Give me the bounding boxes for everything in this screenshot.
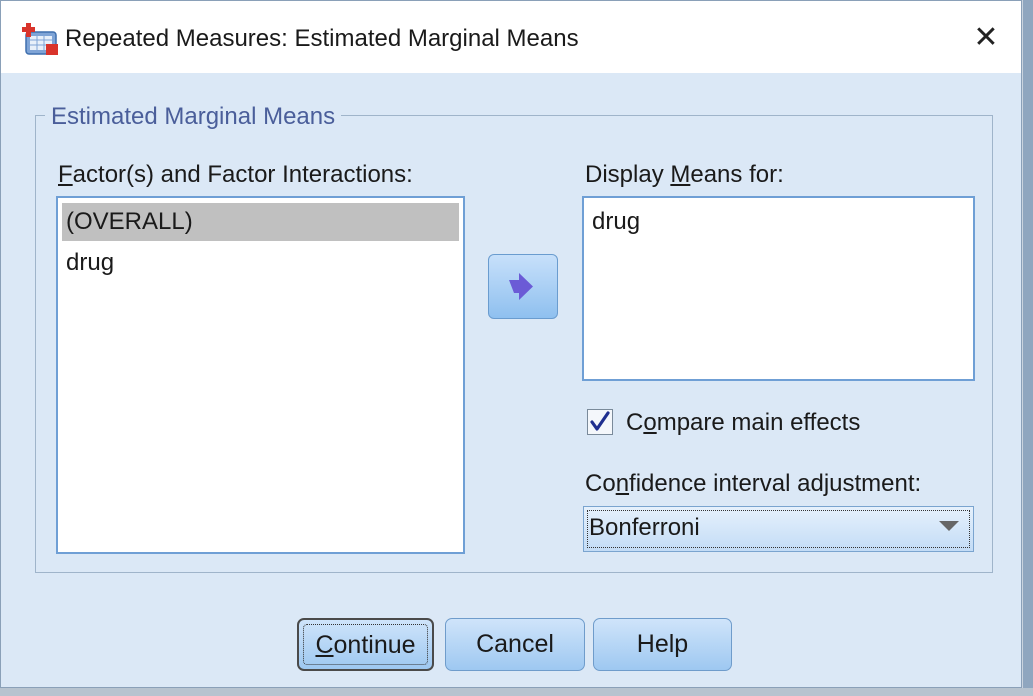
list-item[interactable]: (OVERALL) — [62, 203, 459, 241]
close-icon[interactable]: ✕ — [967, 21, 1005, 55]
spss-app-icon — [22, 23, 58, 55]
compare-label-pre: C — [626, 409, 644, 436]
focus-ring — [303, 624, 428, 665]
compare-label-rest: mpare main effects — [656, 409, 861, 436]
background-app-bottom — [0, 688, 1033, 696]
display-means-label-rest: eans for: — [690, 161, 784, 188]
ci-label-pre: Co — [585, 470, 616, 497]
list-item[interactable]: drug — [592, 203, 640, 241]
move-to-display-button[interactable] — [488, 254, 558, 319]
window-title: Repeated Measures: Estimated Marginal Me… — [65, 25, 579, 52]
checkmark-icon — [590, 411, 610, 431]
background-app-edge — [1023, 0, 1033, 696]
compare-main-effects-label[interactable]: Compare main effects — [626, 409, 860, 437]
compare-main-effects-checkbox[interactable] — [587, 409, 613, 435]
continue-button[interactable]: Continue — [297, 618, 434, 671]
factors-label: Factor(s) and Factor Interactions: — [58, 161, 413, 189]
ci-adjustment-label: Confidence interval adjustment: — [585, 470, 921, 498]
display-means-label-pre: Display — [585, 161, 671, 188]
group-legend: Estimated Marginal Means — [45, 103, 342, 131]
right-arrow-icon — [509, 273, 533, 300]
ci-label-rest: fidence interval adjustment: — [629, 470, 922, 497]
title-bar: Repeated Measures: Estimated Marginal Me… — [1, 1, 1021, 73]
factors-label-text: actor(s) and Factor Interactions: — [72, 161, 413, 188]
factors-listbox[interactable]: (OVERALL) drug — [56, 196, 465, 554]
cancel-button[interactable]: Cancel — [445, 618, 585, 671]
display-means-listbox[interactable]: drug — [582, 196, 975, 381]
compare-label-mnemonic: o — [643, 409, 657, 436]
factors-label-mnemonic: F — [58, 161, 73, 188]
ci-adjustment-value: Bonferroni — [589, 514, 700, 541]
display-means-label-mnemonic: M — [670, 161, 691, 188]
help-button[interactable]: Help — [593, 618, 732, 671]
ci-label-mnemonic: n — [615, 470, 630, 497]
ci-adjustment-select[interactable]: Bonferroni — [583, 506, 974, 552]
list-item[interactable]: drug — [66, 244, 114, 282]
dialog-window: Repeated Measures: Estimated Marginal Me… — [0, 0, 1022, 688]
chevron-down-icon — [939, 521, 959, 531]
display-means-label: Display Means for: — [585, 161, 784, 189]
